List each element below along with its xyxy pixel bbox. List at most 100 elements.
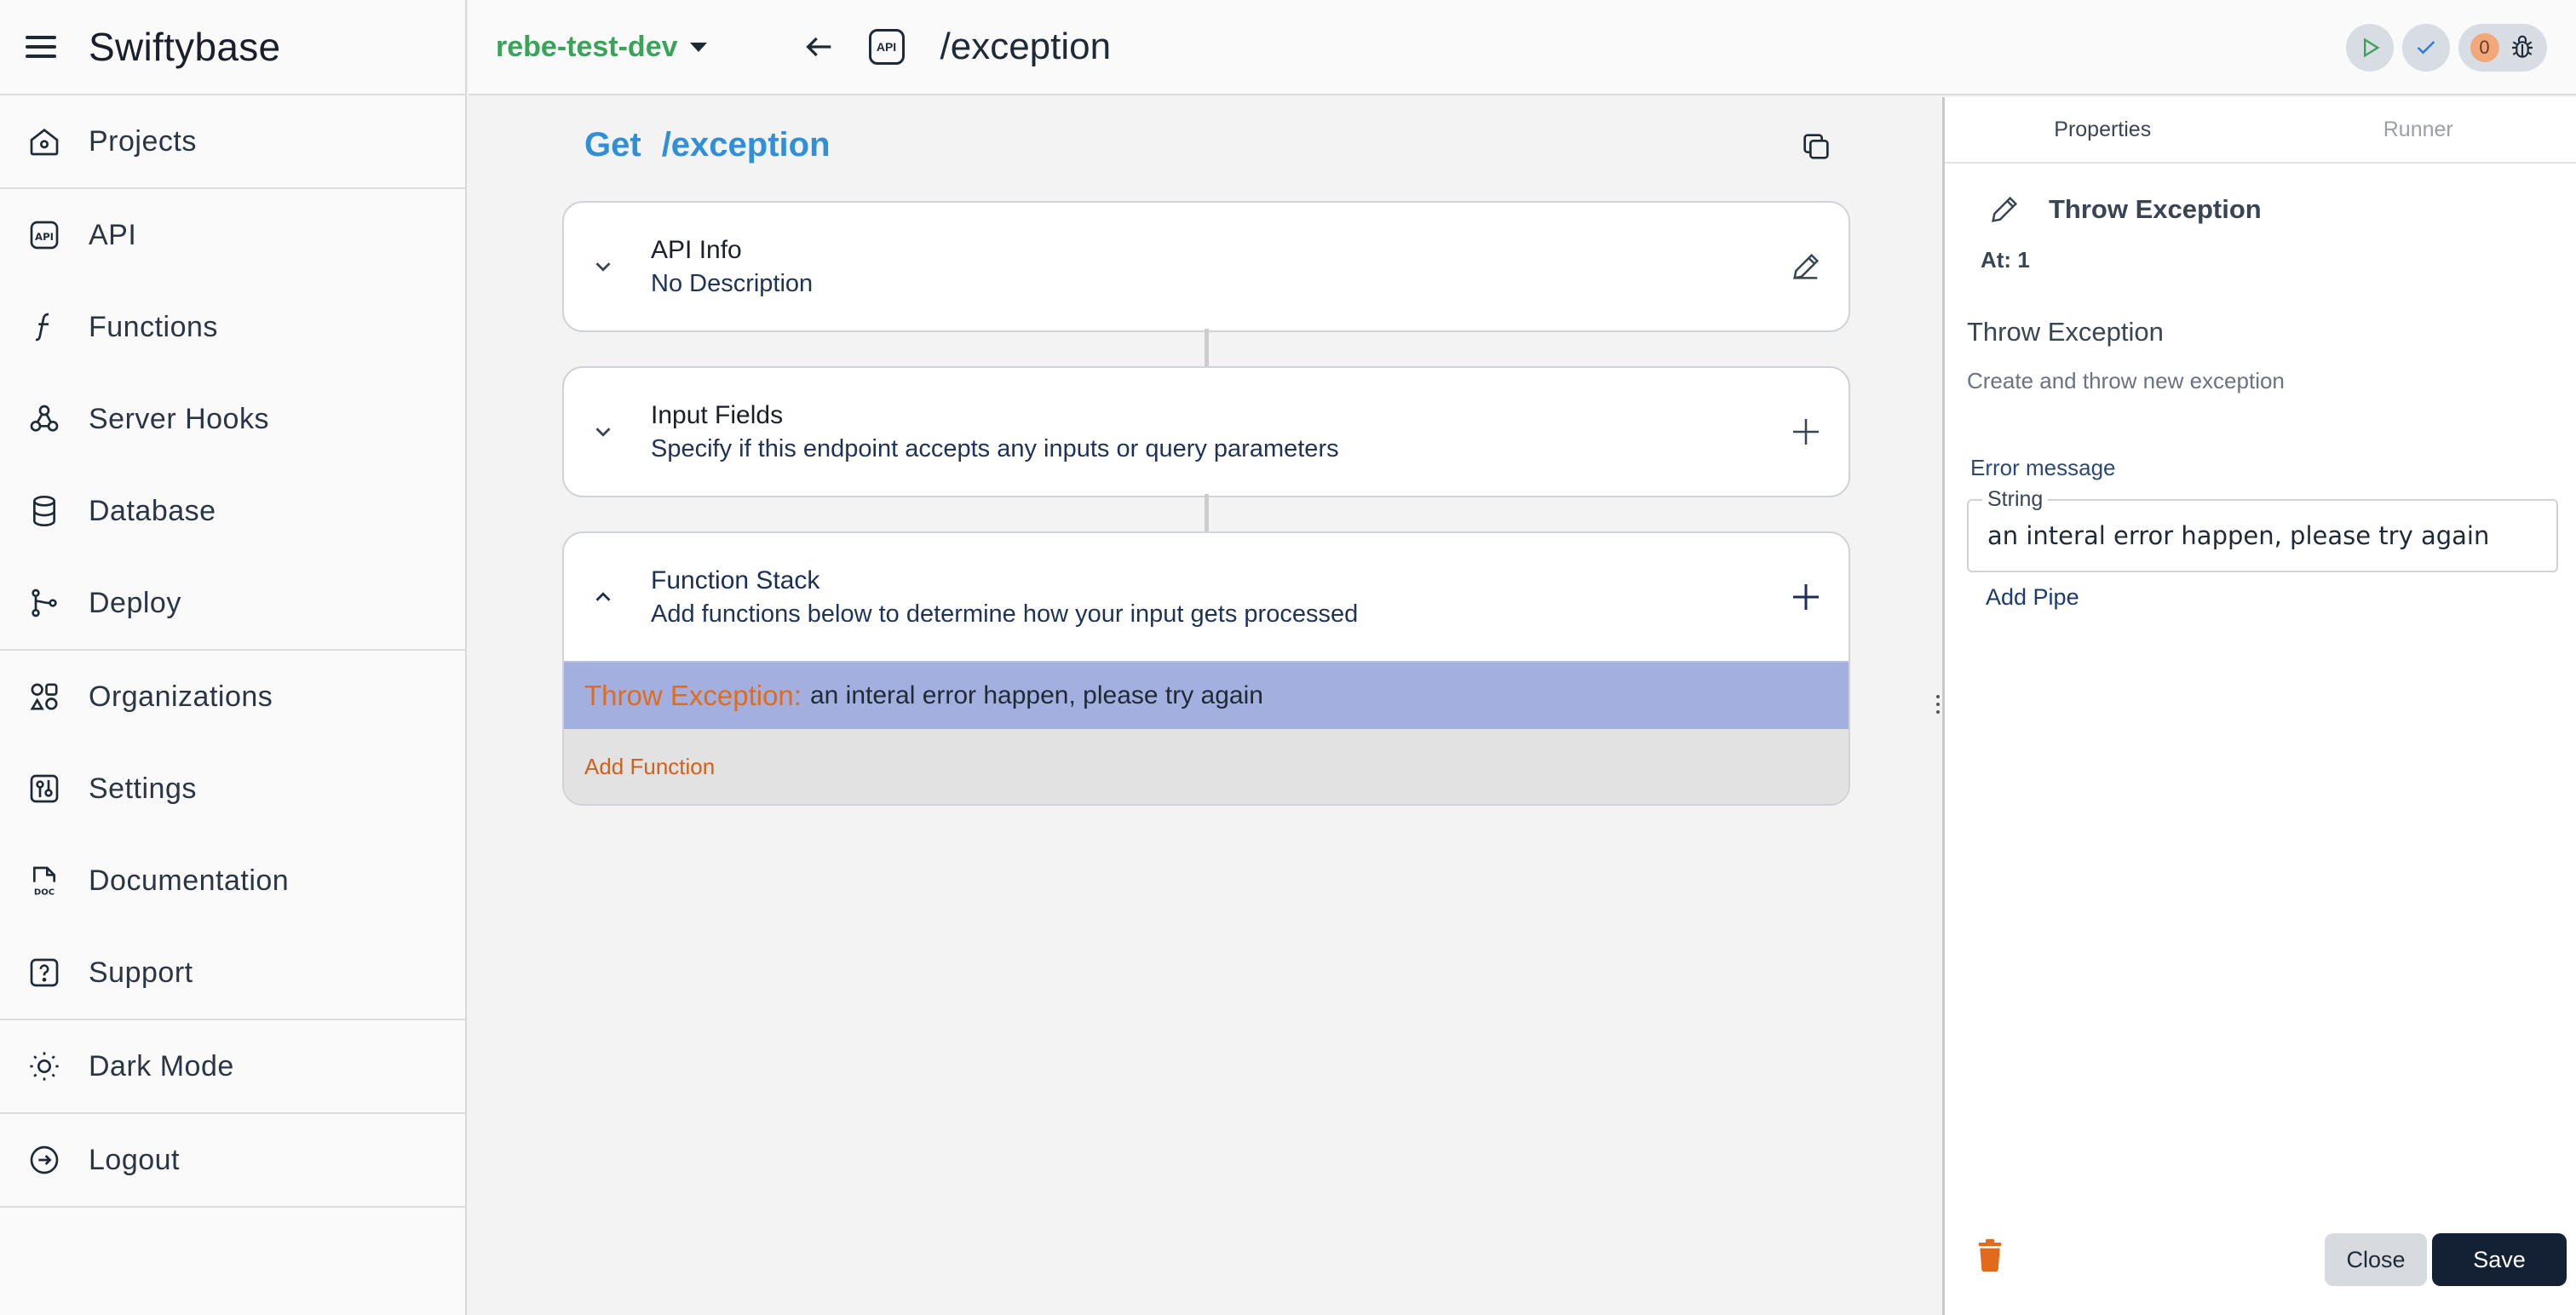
sun-icon (26, 1048, 63, 1085)
sidebar: Swiftybase Projects API API Functions Se… (0, 0, 467, 1315)
plus-icon (1793, 584, 1819, 610)
sidebar-item-label: Settings (89, 772, 197, 805)
check-icon (2417, 41, 2435, 55)
sidebar-item-dark-mode[interactable]: Dark Mode (0, 1020, 465, 1112)
webhook-icon (26, 400, 63, 438)
error-message-input[interactable] (1967, 499, 2558, 572)
add-function-link[interactable]: Add Function (564, 729, 1849, 804)
chevron-up-icon (595, 592, 611, 601)
help-icon (26, 954, 63, 991)
nav-group-projects: Projects (0, 95, 465, 189)
sidebar-item-server-hooks[interactable]: Server Hooks (0, 373, 465, 465)
sidebar-item-functions[interactable]: Functions (0, 281, 465, 373)
sidebar-item-organizations[interactable]: Organizations (0, 651, 465, 743)
card-subtitle: No Description (651, 269, 814, 297)
edit-api-info-button[interactable] (1785, 246, 1826, 287)
chevron-down-icon (595, 428, 611, 437)
sidebar-item-documentation[interactable]: DOC Documentation (0, 835, 465, 927)
debug-button[interactable]: 0 (2458, 24, 2547, 72)
copy-button[interactable] (1799, 129, 1837, 167)
home-icon (26, 123, 63, 160)
sidebar-item-logout[interactable]: Logout (0, 1114, 465, 1206)
trash-icon (1978, 1238, 2002, 1272)
settings-icon (26, 770, 63, 807)
input-fields-card: Input Fields Specify if this endpoint ac… (562, 366, 1850, 497)
endpoint-header: Get/exception (584, 126, 831, 164)
flow-connector (1205, 329, 1209, 366)
card-title: API Info (651, 235, 742, 264)
app-title: Swiftybase (89, 25, 281, 69)
sidebar-item-label: API (89, 218, 137, 251)
hamburger-menu-icon[interactable] (26, 30, 60, 64)
collapse-toggle[interactable] (586, 250, 620, 284)
project-selector[interactable]: rebe-test-dev (496, 31, 707, 64)
api-badge-icon: API (868, 29, 905, 65)
logout-icon (26, 1141, 63, 1179)
tab-runner[interactable]: Runner (2261, 97, 2576, 162)
sidebar-item-projects[interactable]: Projects (0, 95, 465, 187)
sidebar-item-settings[interactable]: Settings (0, 743, 465, 835)
http-method: Get (584, 126, 641, 164)
play-icon (2364, 37, 2380, 58)
nav-group-theme: Dark Mode (0, 1020, 465, 1114)
tab-properties[interactable]: Properties (1945, 97, 2261, 162)
brand-header: Swiftybase (0, 0, 465, 95)
add-pipe-link[interactable]: Add Pipe (1986, 584, 2079, 611)
function-title: Throw Exception (1967, 317, 2164, 347)
pencil-icon (1992, 196, 2018, 222)
top-actions: 0 (2346, 24, 2547, 72)
function-description: Create and throw new exception (1967, 368, 2285, 393)
function-stack-card: Function Stack Add functions below to de… (562, 531, 1850, 806)
sidebar-item-label: Functions (89, 310, 218, 343)
top-bar: rebe-test-dev API /exception 0 (469, 0, 2576, 95)
plus-icon (1793, 419, 1819, 445)
svg-text:DOC: DOC (34, 888, 55, 898)
database-icon (26, 492, 63, 530)
bug-icon (2511, 35, 2533, 58)
document-icon: DOC (26, 862, 63, 899)
run-button[interactable] (2346, 24, 2394, 72)
organizations-icon (26, 678, 63, 715)
properties-panel: Properties Runner Throw Exception At: 1 … (1942, 97, 2576, 1315)
nav-group-session: Logout (0, 1114, 465, 1208)
card-title: Function Stack (651, 566, 820, 594)
add-input-button[interactable] (1785, 411, 1826, 452)
card-title: Input Fields (651, 400, 784, 429)
sidebar-item-label: Support (89, 956, 193, 989)
sidebar-item-label: Server Hooks (89, 402, 269, 435)
debug-count-badge: 0 (2470, 33, 2499, 62)
add-function-plus-button[interactable] (1785, 577, 1826, 617)
card-subtitle: Add functions below to determine how you… (651, 600, 1359, 628)
sidebar-item-api[interactable]: API API (0, 189, 465, 281)
sidebar-item-support[interactable]: Support (0, 927, 465, 1019)
svg-text:API: API (35, 231, 54, 243)
panel-header: Throw Exception (1987, 192, 2262, 227)
sidebar-item-label: Deploy (89, 586, 181, 619)
nav-group-account: Organizations Settings DOC Documentation… (0, 651, 465, 1020)
sidebar-item-database[interactable]: Database (0, 465, 465, 557)
save-button[interactable]: Save (2432, 1233, 2567, 1286)
delete-button[interactable] (1975, 1238, 2004, 1272)
git-branch-icon (26, 584, 63, 622)
sidebar-item-deploy[interactable]: Deploy (0, 557, 465, 649)
panel-tabs: Properties Runner (1945, 97, 2576, 164)
collapse-toggle[interactable] (586, 415, 620, 449)
function-row-throw-exception[interactable]: Throw Exception: an interal error happen… (564, 661, 1849, 729)
back-button[interactable] (801, 28, 838, 66)
endpoint-path: /exception (661, 126, 831, 164)
sidebar-item-label: Dark Mode (89, 1049, 234, 1082)
copy-icon (1803, 134, 1829, 159)
sidebar-item-label: Logout (89, 1143, 180, 1176)
project-name: rebe-test-dev (496, 30, 678, 63)
flow-connector (1205, 494, 1209, 531)
validate-button[interactable] (2402, 24, 2450, 72)
close-button[interactable]: Close (2325, 1233, 2427, 1286)
page-title: /exception (940, 26, 1112, 67)
collapse-toggle[interactable] (586, 580, 620, 614)
api-info-card: API Info No Description (562, 201, 1850, 332)
sidebar-item-label: Organizations (89, 680, 273, 713)
sidebar-item-label: Database (89, 494, 216, 527)
sidebar-item-label: Documentation (89, 864, 290, 897)
panel-title: Throw Exception (2049, 194, 2262, 224)
function-icon (26, 308, 63, 346)
